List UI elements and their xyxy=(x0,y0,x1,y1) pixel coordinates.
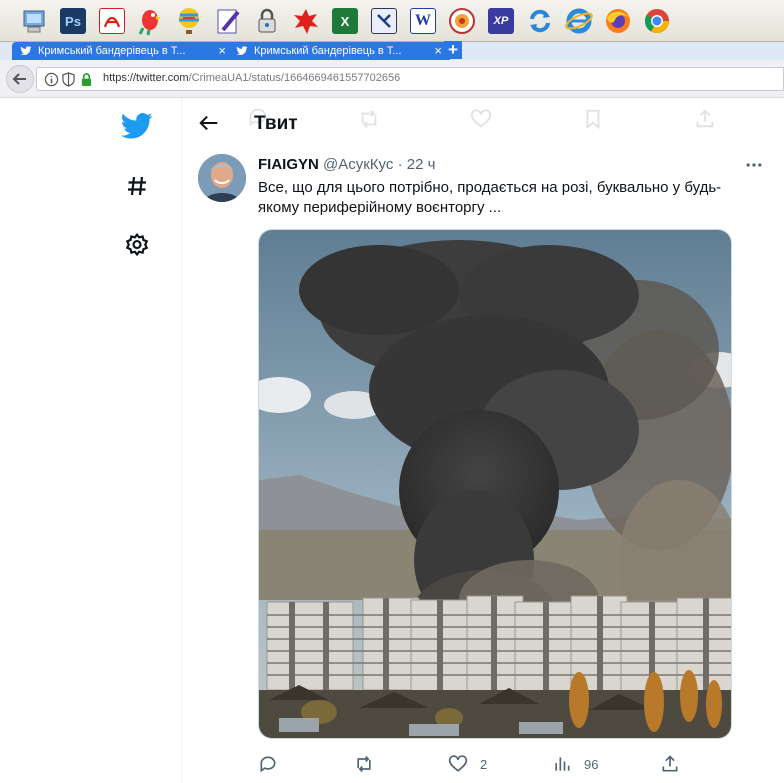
close-tab-1-icon[interactable]: × xyxy=(218,42,226,60)
firefox-icon[interactable] xyxy=(602,5,634,37)
twitter-page: Твит FIAIGYN @АсукКус · 22 ч Все, що для… xyxy=(0,98,784,783)
tweet-text: Все, що для цього потрібно, продається н… xyxy=(258,179,722,216)
twitter-bird-icon xyxy=(20,46,32,56)
lock-icon[interactable] xyxy=(251,5,283,37)
vector-document-icon[interactable] xyxy=(368,5,400,37)
retweet-button[interactable] xyxy=(354,752,374,776)
info-icon[interactable] xyxy=(44,72,59,87)
twitter-bird-icon xyxy=(236,46,248,56)
avatar-face-icon xyxy=(198,154,246,202)
excel-icon[interactable]: X xyxy=(329,5,361,37)
like-button[interactable]: 2 xyxy=(448,752,487,776)
taskbar: Ps X W XP xyxy=(0,0,784,42)
chrome-icon[interactable] xyxy=(641,5,673,37)
lock-icon[interactable] xyxy=(80,72,93,87)
word-icon[interactable]: W xyxy=(407,5,439,37)
red-splat-icon[interactable] xyxy=(290,5,322,37)
balloon-icon[interactable] xyxy=(173,5,205,37)
browser-back-button[interactable] xyxy=(6,65,34,93)
tweet-header: FIAIGYN @АсукКус · 22 ч xyxy=(258,156,435,173)
shield-icon[interactable] xyxy=(62,72,75,87)
author-handle[interactable]: @АсукКус xyxy=(323,156,393,173)
browser-tab-1-label: Кримський бандерівець в Т... xyxy=(38,45,186,57)
pen-document-icon[interactable] xyxy=(212,5,244,37)
tweet-actions: 2 96 xyxy=(258,752,738,776)
author-avatar[interactable] xyxy=(198,154,246,202)
main-column: Твит FIAIGYN @АсукКус · 22 ч Все, що для… xyxy=(182,98,784,783)
author-name[interactable]: FIAIGYN xyxy=(258,156,319,173)
page-header: Твит xyxy=(182,98,784,148)
internet-explorer-icon[interactable] xyxy=(563,5,595,37)
views-button[interactable]: 96 xyxy=(552,752,598,776)
tweet-image[interactable] xyxy=(258,229,732,739)
more-options-icon[interactable] xyxy=(744,155,764,175)
like-count: 2 xyxy=(480,756,488,772)
floppy-xp-icon[interactable]: XP xyxy=(485,5,517,37)
gear-icon[interactable] xyxy=(124,232,150,258)
url-host: https://twitter.com xyxy=(103,72,189,84)
floppy-xp-label: XP xyxy=(488,8,514,34)
browser-tab-2[interactable]: Кримський бандерівець в Т... × xyxy=(228,42,450,60)
my-computer-icon[interactable] xyxy=(18,5,50,37)
share-icon xyxy=(696,109,714,128)
navigation-toolbar: https://twitter.com/CrimeaUA1/status/166… xyxy=(0,60,784,98)
photoshop-label: Ps xyxy=(60,8,86,34)
close-tab-2-icon[interactable]: × xyxy=(434,42,442,60)
reply-button[interactable] xyxy=(258,752,278,776)
share-button[interactable] xyxy=(660,752,680,776)
header-separator: · xyxy=(397,156,403,173)
page-title: Твит xyxy=(254,113,298,134)
browser-tab-1[interactable]: Кримський бандерівець в Т... × xyxy=(12,42,234,60)
acrobat-icon[interactable] xyxy=(96,5,128,37)
retweet-icon xyxy=(361,110,377,128)
arrow-left-icon xyxy=(12,73,26,85)
twitter-logo-icon[interactable] xyxy=(121,112,153,140)
tweet-time[interactable]: 22 ч xyxy=(407,156,436,173)
browser-tab-2-label: Кримський бандерівець в Т... xyxy=(254,45,402,57)
share-icon xyxy=(662,755,678,772)
bookmark-icon xyxy=(586,109,600,130)
word-label: W xyxy=(410,8,436,34)
circle-app-icon[interactable] xyxy=(446,5,478,37)
url-path: /CrimeaUA1/status/1664669461557702656 xyxy=(188,72,401,84)
heart-icon xyxy=(448,755,468,772)
left-navigation xyxy=(0,98,182,783)
parrot-icon[interactable] xyxy=(134,5,166,37)
address-bar[interactable]: https://twitter.com/CrimeaUA1/status/166… xyxy=(36,67,784,91)
view-count: 96 xyxy=(584,756,599,772)
smoke-cloud-illustration xyxy=(259,230,731,738)
hashtag-icon[interactable] xyxy=(125,174,149,198)
photoshop-icon[interactable]: Ps xyxy=(57,5,89,37)
heart-icon xyxy=(470,109,492,128)
retweet-icon xyxy=(357,755,371,773)
sync-icon[interactable] xyxy=(524,5,556,37)
views-chart-icon xyxy=(555,757,570,771)
excel-label: X xyxy=(332,8,358,34)
reply-icon xyxy=(260,756,276,773)
new-tab-button[interactable]: + xyxy=(444,41,462,59)
browser-tab-strip: Кримський бандерівець в Т... × Кримський… xyxy=(0,41,784,60)
url-text: https://twitter.com/CrimeaUA1/status/166… xyxy=(103,72,400,84)
back-arrow-icon[interactable] xyxy=(198,112,220,134)
